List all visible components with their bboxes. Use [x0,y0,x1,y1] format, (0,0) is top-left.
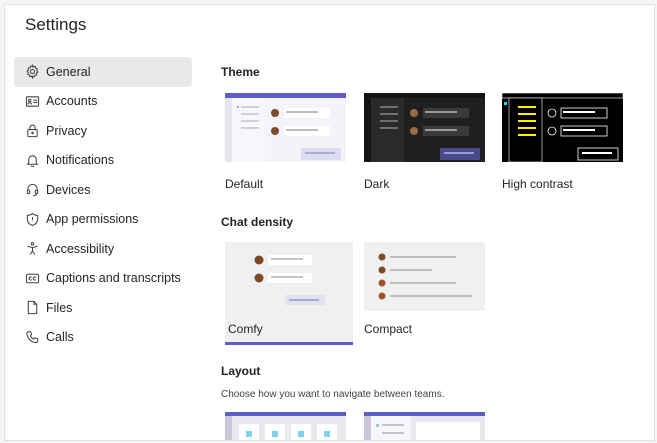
theme-title: Theme [221,65,260,79]
high-contrast-theme-preview [502,93,623,162]
sidebar-item-devices[interactable]: Devices [14,175,192,205]
theme-label-high-contrast: High contrast [502,177,573,191]
density-option-comfy[interactable]: Comfy [225,242,353,345]
sidebar-item-captions[interactable]: Captions and transcripts [14,264,192,294]
density-option-compact[interactable]: Compact [364,242,492,345]
theme-label-dark: Dark [364,177,390,191]
layout-option-list[interactable] [364,412,486,440]
layout-title: Layout [221,364,261,378]
sidebar-item-general[interactable]: General [14,57,192,87]
sidebar-item-app-permissions[interactable]: App permissions [14,205,192,235]
sidebar-item-notifications[interactable]: Notifications [14,146,192,176]
gear-icon [24,64,40,80]
chat-density-title: Chat density [221,215,294,229]
file-icon [24,300,40,316]
comfy-density-preview [225,242,346,311]
sidebar-item-label: Files [46,300,73,315]
sidebar-item-label: App permissions [46,212,139,227]
bell-icon [24,152,40,168]
phone-icon [24,329,40,345]
accessibility-icon [24,241,40,257]
grid-layout-preview [225,412,346,440]
compact-density-preview [364,242,485,311]
sidebar-item-files[interactable]: Files [14,293,192,323]
layout-option-grid[interactable] [225,412,347,440]
sidebar-item-accessibility[interactable]: Accessibility [14,234,192,264]
density-label-comfy: Comfy [228,322,263,336]
sidebar-item-label: Privacy [46,123,87,138]
sidebar-item-label: Devices [46,182,91,197]
theme-label-default: Default [225,177,264,191]
sidebar-item-label: Calls [46,330,74,345]
sidebar-item-label: Captions and transcripts [46,271,181,286]
theme-option-dark[interactable]: Dark [364,93,486,193]
list-layout-preview [364,412,485,440]
density-label-compact: Compact [364,322,413,336]
sidebar: General Accounts Privacy Notifications D… [14,57,192,352]
layout-description: Choose how you want to navigate between … [221,389,445,400]
sidebar-item-label: Accounts [46,94,98,109]
dark-theme-preview [364,93,485,162]
theme-option-default[interactable]: Default [225,93,347,193]
sidebar-item-calls[interactable]: Calls [14,323,192,353]
theme-option-high-contrast[interactable]: High contrast [502,93,626,193]
sidebar-item-accounts[interactable]: Accounts [14,87,192,117]
id-card-icon [24,93,40,109]
default-theme-preview [225,93,346,162]
closed-captions-icon [24,270,40,286]
page-title: Settings [25,15,87,34]
settings-window: Settings General Accounts Privacy Notifi… [4,4,655,441]
headset-icon [24,182,40,198]
sidebar-item-label: General [46,64,91,79]
main-content: Theme Default Dark High contrast Chat de… [221,5,654,440]
sidebar-item-label: Accessibility [46,241,115,256]
lock-icon [24,123,40,139]
shield-icon [24,211,40,227]
sidebar-item-label: Notifications [46,153,115,168]
sidebar-item-privacy[interactable]: Privacy [14,116,192,146]
